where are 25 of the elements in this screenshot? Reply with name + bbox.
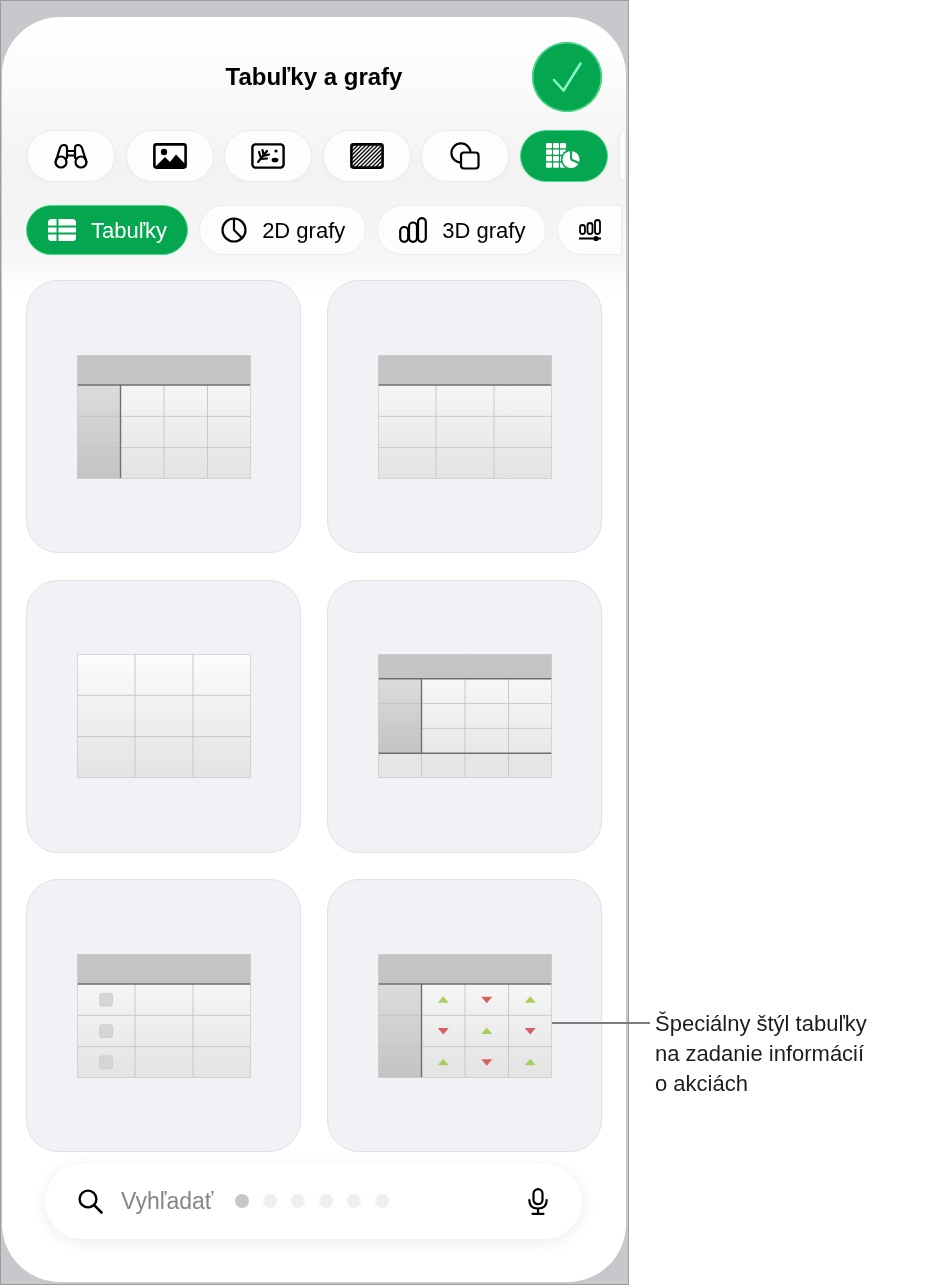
- table-style-tile[interactable]: [327, 280, 602, 553]
- table-style-tile[interactable]: [327, 879, 602, 1152]
- shapes-icon: [450, 142, 481, 170]
- leaf-frame-icon: [251, 143, 286, 169]
- search-field[interactable]: Vyhľadať: [45, 1164, 582, 1239]
- microphone-icon[interactable]: [528, 1188, 548, 1215]
- table-style-tile[interactable]: [26, 579, 301, 853]
- category-tab[interactable]: 3D grafy: [377, 205, 547, 255]
- table-icon: [48, 219, 76, 241]
- table-chart-icon: [545, 142, 583, 170]
- callout-text: Špeciálny štýl tabuľky na zadanie informácií o akciách: [655, 1009, 867, 1098]
- check-icon: [552, 62, 582, 92]
- category-tab[interactable]: 2D grafy: [199, 205, 367, 255]
- image-icon: [152, 143, 187, 169]
- table-style-tile[interactable]: [327, 579, 602, 853]
- hatched-rectangle-icon: [349, 143, 384, 169]
- pie-chart-icon: [221, 217, 248, 243]
- sheet-title: Tabuľky a grafy: [225, 62, 403, 92]
- category-tab[interactable]: [557, 205, 623, 255]
- bar-chart-icon: [399, 217, 428, 243]
- bar-slider-icon: [579, 218, 602, 242]
- table-style-tile[interactable]: [26, 280, 301, 553]
- binoculars-icon: [54, 143, 88, 169]
- table-style-tile[interactable]: [26, 879, 301, 1152]
- search-icon: [78, 1189, 103, 1214]
